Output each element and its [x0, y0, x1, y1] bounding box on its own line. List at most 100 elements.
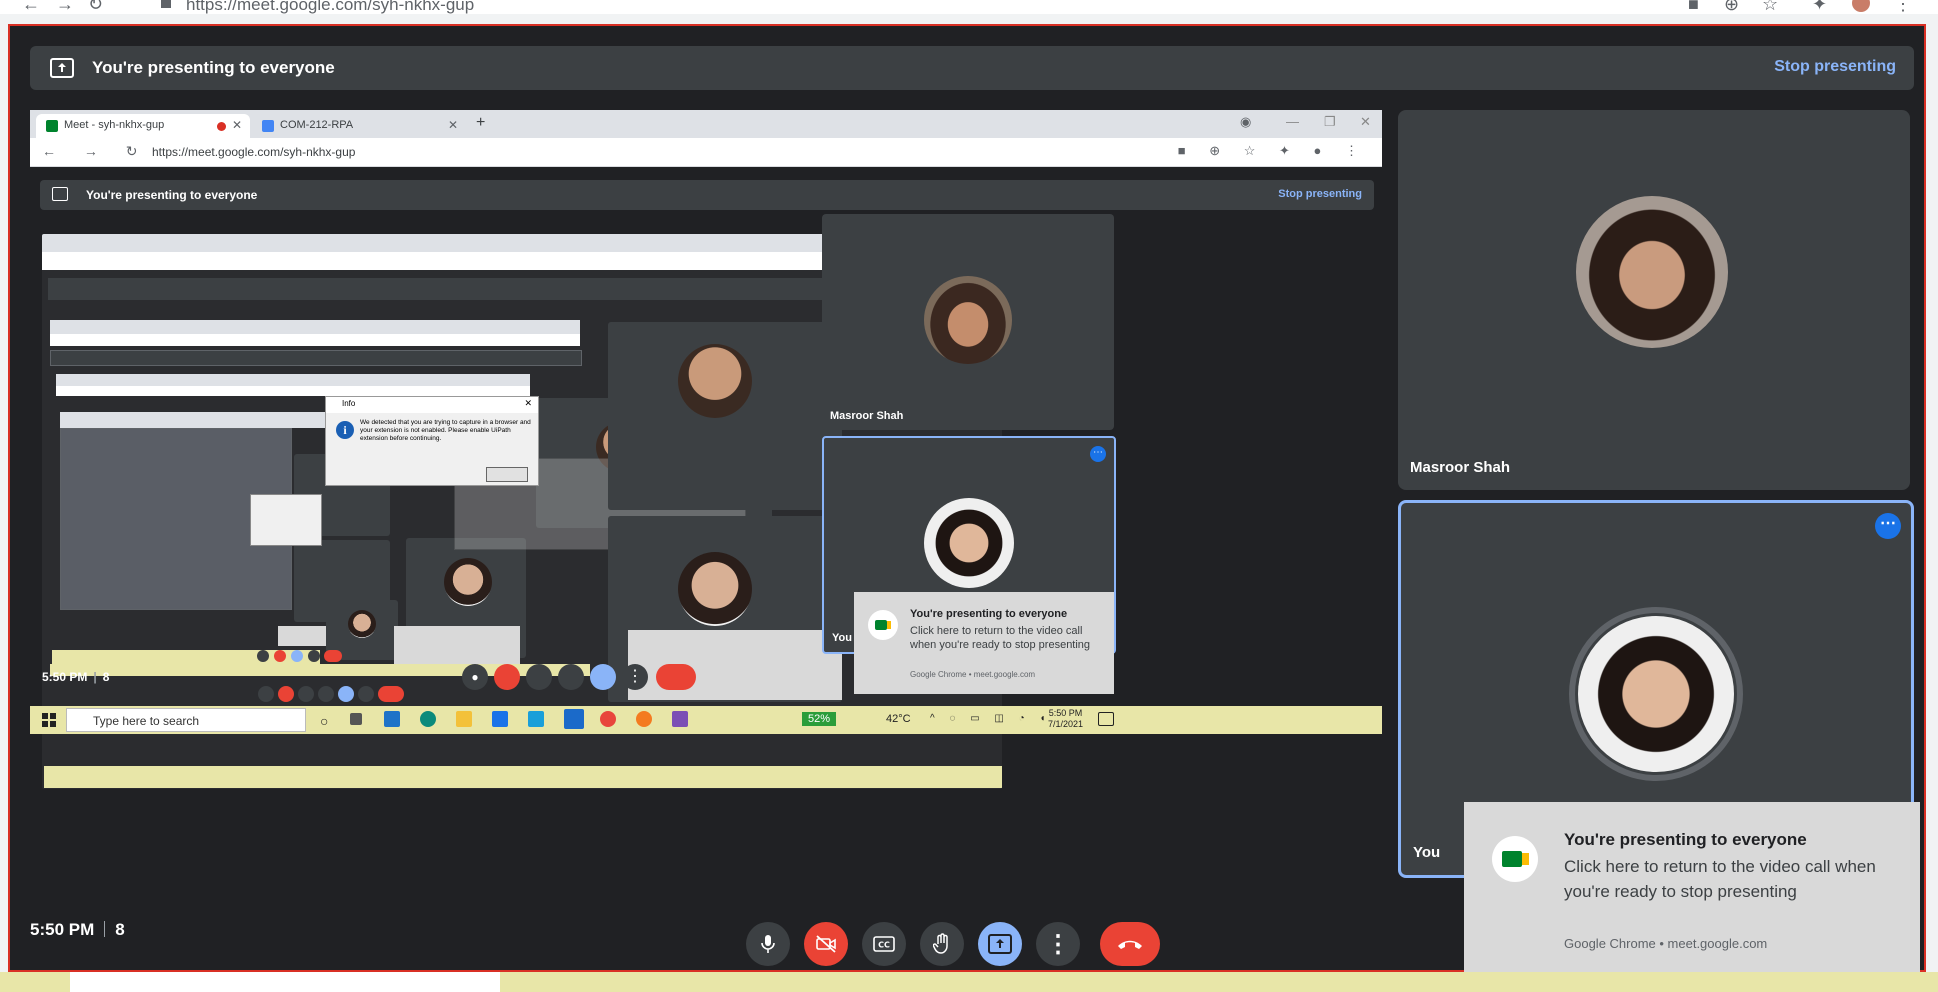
dialog-title: Info	[342, 399, 356, 408]
system-clock: 5:50 PM 7/1/2021	[1048, 708, 1084, 729]
close-icon[interactable]: ✕	[448, 118, 458, 132]
captions-button[interactable]: CC	[862, 922, 906, 966]
mic-button[interactable]	[746, 922, 790, 966]
mini-control	[358, 686, 374, 702]
info-dialog: Info ✕ i We detected that you are trying…	[325, 396, 539, 486]
shared-stop-presenting: Stop presenting	[1278, 188, 1362, 200]
notification-body: Click here to return to the video call w…	[1564, 857, 1876, 901]
app-icon	[528, 711, 544, 727]
tray-icons: ^ ◌ ▭ ◫ ◔ ◖	[930, 713, 1052, 724]
new-tab-icon[interactable]: +	[476, 114, 485, 132]
avatar	[924, 498, 1014, 588]
screen-share: Meet - syh-nkhx-gup ✕ COM-212-RPA ✕ + ◉ …	[30, 110, 1382, 870]
level-toast	[278, 626, 326, 646]
camera-icon[interactable]: ■	[1688, 0, 1699, 14]
back-icon[interactable]: ←	[22, 0, 40, 14]
presenting-banner: You're presenting to everyone Stop prese…	[30, 46, 1914, 90]
mini-control	[318, 686, 334, 702]
mic-icon	[761, 935, 775, 953]
level-tab	[50, 320, 580, 334]
chrome-notification[interactable]: You're presenting to everyone Click here…	[1464, 802, 1920, 980]
star-icon[interactable]: ☆	[1762, 0, 1778, 14]
level-addr	[50, 334, 580, 346]
meet-window: You're presenting to everyone Stop prese…	[8, 24, 1926, 980]
shared-tab-com[interactable]: COM-212-RPA ✕	[252, 114, 466, 138]
tab-label: COM-212-RPA	[280, 119, 354, 131]
participant-tile-masroor[interactable]: Masroor Shah	[1398, 110, 1910, 490]
avatar	[678, 552, 752, 626]
visual-studio-icon	[672, 711, 688, 727]
level-banner	[50, 350, 582, 366]
shared-toast: You're presenting to everyone Click here…	[854, 592, 1114, 694]
taskbar-search: Type here to search	[66, 708, 306, 732]
forward-icon[interactable]: →	[56, 0, 74, 14]
mini-control	[324, 650, 342, 662]
more-options-icon: ⋯	[1090, 446, 1106, 462]
lock-icon	[161, 0, 171, 8]
close-window-icon[interactable]: ✕	[1360, 114, 1371, 130]
info-icon: i	[336, 421, 354, 439]
avatar	[924, 276, 1012, 364]
shared-taskbar: Type here to search ○ 52% 42°C ^ ◌ ▭ ◫ ◔…	[30, 706, 1382, 734]
reload-icon[interactable]: ↻	[88, 0, 103, 14]
mic-icon: ●	[462, 664, 488, 690]
maximize-icon[interactable]: ❐	[1324, 114, 1336, 130]
avatar	[678, 344, 752, 418]
windows-start-icon	[42, 713, 56, 727]
camera-off-icon	[816, 935, 836, 953]
raise-hand-icon	[933, 933, 948, 954]
explorer-icon	[456, 711, 472, 727]
toast-title: You're presenting to everyone	[910, 608, 1068, 620]
task-view-icon	[350, 713, 362, 725]
cortana-icon: ○	[320, 713, 329, 729]
participant-name: Masroor Shah	[830, 410, 904, 422]
app-icon	[384, 711, 400, 727]
stop-presenting-button[interactable]: Stop presenting	[1774, 58, 1896, 76]
mini-control	[278, 686, 294, 702]
mini-control	[258, 686, 274, 702]
raise-hand-button[interactable]	[920, 922, 964, 966]
more-options-button[interactable]: ⋮	[1036, 922, 1080, 966]
toast-body: Click here to return to the video call w…	[910, 625, 1091, 651]
svg-text:CC: CC	[878, 941, 890, 950]
more-vert-icon: ⋮	[1046, 930, 1070, 958]
close-icon[interactable]: ✕	[524, 398, 532, 409]
shared-address-bar: ← → ↻ https://meet.google.com/syh-nkhx-g…	[30, 138, 1382, 167]
avatar	[444, 558, 492, 606]
close-icon[interactable]: ✕	[232, 118, 242, 132]
leave-call-button[interactable]	[1100, 922, 1160, 966]
present-button[interactable]	[978, 922, 1022, 966]
captions-icon: CC	[873, 936, 895, 952]
shared-url: https://meet.google.com/syh-nkhx-gup	[152, 145, 356, 159]
raise-hand-icon	[558, 664, 584, 690]
meet-logo-icon	[1492, 836, 1538, 882]
present-to-all-icon	[52, 187, 68, 201]
extensions-icon[interactable]: ✦	[1812, 0, 1827, 14]
mail-icon	[492, 711, 508, 727]
shared-nav-icons: ← → ↻	[42, 143, 150, 159]
avatar	[348, 610, 376, 638]
mini-control	[338, 686, 354, 702]
level-addr	[56, 386, 530, 396]
menu-icon[interactable]: ⋮	[1894, 0, 1912, 14]
level-tab	[56, 374, 530, 386]
captions-icon	[526, 664, 552, 690]
participant-name: You	[832, 632, 852, 644]
desktop-taskbar-edge	[0, 972, 1938, 992]
participant-name: You	[1413, 844, 1441, 861]
ok-button[interactable]	[486, 467, 528, 482]
zoom-icon[interactable]: ⊕	[1724, 0, 1739, 14]
minimize-icon[interactable]: —	[1286, 114, 1299, 129]
address-bar[interactable]: https://meet.google.com/syh-nkhx-gup	[186, 0, 474, 14]
tab-label: Meet - syh-nkhx-gup	[64, 119, 165, 131]
notification-footer: Google Chrome • meet.google.com	[1564, 936, 1768, 951]
more-options-icon[interactable]: ⋯	[1875, 513, 1901, 539]
tab-search-icon[interactable]: ◉	[1240, 114, 1251, 130]
camera-button[interactable]	[804, 922, 848, 966]
profile-avatar[interactable]	[1852, 0, 1870, 12]
meet-logo-icon	[868, 610, 898, 640]
meeting-time: 5:50 PM 8	[30, 920, 125, 939]
participant-name: Masroor Shah	[1410, 459, 1511, 476]
shared-tab-meet[interactable]: Meet - syh-nkhx-gup ✕	[36, 114, 250, 138]
battery-indicator: 52%	[802, 712, 837, 726]
